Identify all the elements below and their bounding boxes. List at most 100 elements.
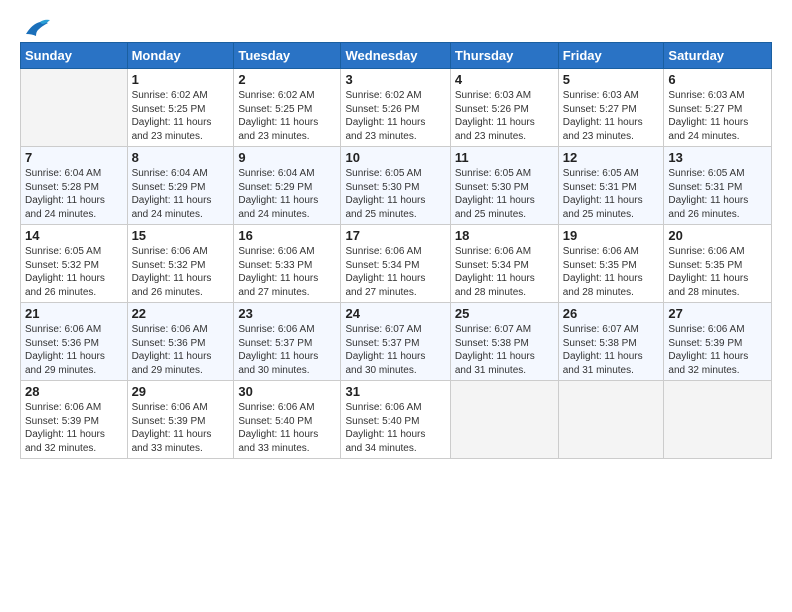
calendar-cell: 1 Sunrise: 6:02 AM Sunset: 5:25 PM Daylig… bbox=[127, 69, 234, 147]
calendar-cell: 24 Sunrise: 6:07 AM Sunset: 5:37 PM Dayli… bbox=[341, 303, 450, 381]
day-info: Sunrise: 6:06 AM Sunset: 5:39 PM Dayligh… bbox=[668, 323, 767, 377]
day-number: 14 bbox=[25, 228, 123, 243]
day-info: Sunrise: 6:03 AM Sunset: 5:27 PM Dayligh… bbox=[668, 89, 767, 143]
day-info: Sunrise: 6:06 AM Sunset: 5:33 PM Dayligh… bbox=[238, 245, 336, 299]
day-info: Sunrise: 6:04 AM Sunset: 5:29 PM Dayligh… bbox=[238, 167, 336, 221]
calendar-cell: 22 Sunrise: 6:06 AM Sunset: 5:36 PM Dayli… bbox=[127, 303, 234, 381]
calendar-cell: 7Sunrise: 6:04 AM Sunset: 5:28 PM Daylig… bbox=[21, 147, 128, 225]
column-header-friday: Friday bbox=[558, 43, 664, 69]
day-info: Sunrise: 6:06 AM Sunset: 5:32 PM Dayligh… bbox=[132, 245, 230, 299]
calendar-cell: 25 Sunrise: 6:07 AM Sunset: 5:38 PM Dayli… bbox=[450, 303, 558, 381]
calendar-cell: 18 Sunrise: 6:06 AM Sunset: 5:34 PM Dayli… bbox=[450, 225, 558, 303]
day-number: 11 bbox=[455, 150, 554, 165]
day-number: 4 bbox=[455, 72, 554, 87]
day-info: Sunrise: 6:05 AM Sunset: 5:30 PM Dayligh… bbox=[345, 167, 445, 221]
day-number: 15 bbox=[132, 228, 230, 243]
day-number: 12 bbox=[563, 150, 660, 165]
day-info: Sunrise: 6:07 AM Sunset: 5:38 PM Dayligh… bbox=[455, 323, 554, 377]
day-number: 23 bbox=[238, 306, 336, 321]
day-info: Sunrise: 6:06 AM Sunset: 5:40 PM Dayligh… bbox=[345, 401, 445, 455]
day-number: 21 bbox=[25, 306, 123, 321]
calendar-cell: 30 Sunrise: 6:06 AM Sunset: 5:40 PM Dayli… bbox=[234, 381, 341, 459]
calendar-cell: 11 Sunrise: 6:05 AM Sunset: 5:30 PM Dayli… bbox=[450, 147, 558, 225]
calendar-cell: 15 Sunrise: 6:06 AM Sunset: 5:32 PM Dayli… bbox=[127, 225, 234, 303]
day-info: Sunrise: 6:05 AM Sunset: 5:30 PM Dayligh… bbox=[455, 167, 554, 221]
calendar-cell: 12 Sunrise: 6:05 AM Sunset: 5:31 PM Dayli… bbox=[558, 147, 664, 225]
calendar-cell bbox=[664, 381, 772, 459]
calendar-table: SundayMondayTuesdayWednesdayThursdayFrid… bbox=[20, 42, 772, 459]
calendar-cell: 17Sunrise: 6:06 AM Sunset: 5:34 PM Dayli… bbox=[341, 225, 450, 303]
week-row-2: 7Sunrise: 6:04 AM Sunset: 5:28 PM Daylig… bbox=[21, 147, 772, 225]
day-number: 30 bbox=[238, 384, 336, 399]
calendar-cell: 9 Sunrise: 6:04 AM Sunset: 5:29 PM Daylig… bbox=[234, 147, 341, 225]
day-info: Sunrise: 6:06 AM Sunset: 5:37 PM Dayligh… bbox=[238, 323, 336, 377]
calendar-cell: 29 Sunrise: 6:06 AM Sunset: 5:39 PM Dayli… bbox=[127, 381, 234, 459]
calendar-cell bbox=[558, 381, 664, 459]
day-info: Sunrise: 6:06 AM Sunset: 5:36 PM Dayligh… bbox=[132, 323, 230, 377]
calendar-cell: 14Sunrise: 6:05 AM Sunset: 5:32 PM Dayli… bbox=[21, 225, 128, 303]
day-info: Sunrise: 6:03 AM Sunset: 5:26 PM Dayligh… bbox=[455, 89, 554, 143]
calendar-cell: 6Sunrise: 6:03 AM Sunset: 5:27 PM Daylig… bbox=[664, 69, 772, 147]
day-number: 8 bbox=[132, 150, 230, 165]
column-header-thursday: Thursday bbox=[450, 43, 558, 69]
calendar-cell: 10 Sunrise: 6:05 AM Sunset: 5:30 PM Dayli… bbox=[341, 147, 450, 225]
day-number: 18 bbox=[455, 228, 554, 243]
calendar-cell: 23 Sunrise: 6:06 AM Sunset: 5:37 PM Dayli… bbox=[234, 303, 341, 381]
day-number: 26 bbox=[563, 306, 660, 321]
day-number: 27 bbox=[668, 306, 767, 321]
day-info: Sunrise: 6:06 AM Sunset: 5:40 PM Dayligh… bbox=[238, 401, 336, 455]
day-number: 2 bbox=[238, 72, 336, 87]
week-row-1: 1 Sunrise: 6:02 AM Sunset: 5:25 PM Daylig… bbox=[21, 69, 772, 147]
day-info: Sunrise: 6:05 AM Sunset: 5:31 PM Dayligh… bbox=[563, 167, 660, 221]
day-number: 10 bbox=[345, 150, 445, 165]
day-number: 3 bbox=[345, 72, 445, 87]
column-header-wednesday: Wednesday bbox=[341, 43, 450, 69]
day-number: 9 bbox=[238, 150, 336, 165]
day-number: 13 bbox=[668, 150, 767, 165]
day-info: Sunrise: 6:06 AM Sunset: 5:39 PM Dayligh… bbox=[132, 401, 230, 455]
calendar-cell: 5 Sunrise: 6:03 AM Sunset: 5:27 PM Daylig… bbox=[558, 69, 664, 147]
day-info: Sunrise: 6:06 AM Sunset: 5:35 PM Dayligh… bbox=[563, 245, 660, 299]
calendar-cell: 3 Sunrise: 6:02 AM Sunset: 5:26 PM Daylig… bbox=[341, 69, 450, 147]
day-number: 31 bbox=[345, 384, 445, 399]
day-info: Sunrise: 6:02 AM Sunset: 5:26 PM Dayligh… bbox=[345, 89, 445, 143]
day-number: 29 bbox=[132, 384, 230, 399]
calendar-cell: 20 Sunrise: 6:06 AM Sunset: 5:35 PM Dayli… bbox=[664, 225, 772, 303]
day-info: Sunrise: 6:07 AM Sunset: 5:38 PM Dayligh… bbox=[563, 323, 660, 377]
week-row-5: 28Sunrise: 6:06 AM Sunset: 5:39 PM Dayli… bbox=[21, 381, 772, 459]
day-info: Sunrise: 6:06 AM Sunset: 5:36 PM Dayligh… bbox=[25, 323, 123, 377]
week-row-4: 21 Sunrise: 6:06 AM Sunset: 5:36 PM Dayli… bbox=[21, 303, 772, 381]
column-header-monday: Monday bbox=[127, 43, 234, 69]
header-top bbox=[20, 16, 772, 36]
day-number: 1 bbox=[132, 72, 230, 87]
day-number: 24 bbox=[345, 306, 445, 321]
calendar-cell: 13 Sunrise: 6:05 AM Sunset: 5:31 PM Dayli… bbox=[664, 147, 772, 225]
day-info: Sunrise: 6:06 AM Sunset: 5:34 PM Dayligh… bbox=[345, 245, 445, 299]
day-info: Sunrise: 6:04 AM Sunset: 5:28 PM Dayligh… bbox=[25, 167, 123, 221]
day-number: 19 bbox=[563, 228, 660, 243]
calendar-cell: 8Sunrise: 6:04 AM Sunset: 5:29 PM Daylig… bbox=[127, 147, 234, 225]
day-info: Sunrise: 6:05 AM Sunset: 5:31 PM Dayligh… bbox=[668, 167, 767, 221]
day-number: 25 bbox=[455, 306, 554, 321]
day-number: 5 bbox=[563, 72, 660, 87]
calendar-cell: 2 Sunrise: 6:02 AM Sunset: 5:25 PM Daylig… bbox=[234, 69, 341, 147]
day-info: Sunrise: 6:03 AM Sunset: 5:27 PM Dayligh… bbox=[563, 89, 660, 143]
day-info: Sunrise: 6:02 AM Sunset: 5:25 PM Dayligh… bbox=[132, 89, 230, 143]
calendar-cell: 26 Sunrise: 6:07 AM Sunset: 5:38 PM Dayli… bbox=[558, 303, 664, 381]
day-number: 20 bbox=[668, 228, 767, 243]
calendar-cell: 21 Sunrise: 6:06 AM Sunset: 5:36 PM Dayli… bbox=[21, 303, 128, 381]
day-info: Sunrise: 6:07 AM Sunset: 5:37 PM Dayligh… bbox=[345, 323, 445, 377]
day-info: Sunrise: 6:06 AM Sunset: 5:34 PM Dayligh… bbox=[455, 245, 554, 299]
day-number: 16 bbox=[238, 228, 336, 243]
day-info: Sunrise: 6:02 AM Sunset: 5:25 PM Dayligh… bbox=[238, 89, 336, 143]
calendar-cell: 19 Sunrise: 6:06 AM Sunset: 5:35 PM Dayli… bbox=[558, 225, 664, 303]
day-info: Sunrise: 6:06 AM Sunset: 5:35 PM Dayligh… bbox=[668, 245, 767, 299]
calendar-header-row: SundayMondayTuesdayWednesdayThursdayFrid… bbox=[21, 43, 772, 69]
column-header-saturday: Saturday bbox=[664, 43, 772, 69]
logo-bird-icon bbox=[22, 16, 50, 40]
calendar-cell bbox=[21, 69, 128, 147]
calendar-cell: 28Sunrise: 6:06 AM Sunset: 5:39 PM Dayli… bbox=[21, 381, 128, 459]
calendar-cell: 31 Sunrise: 6:06 AM Sunset: 5:40 PM Dayli… bbox=[341, 381, 450, 459]
day-number: 22 bbox=[132, 306, 230, 321]
week-row-3: 14Sunrise: 6:05 AM Sunset: 5:32 PM Dayli… bbox=[21, 225, 772, 303]
